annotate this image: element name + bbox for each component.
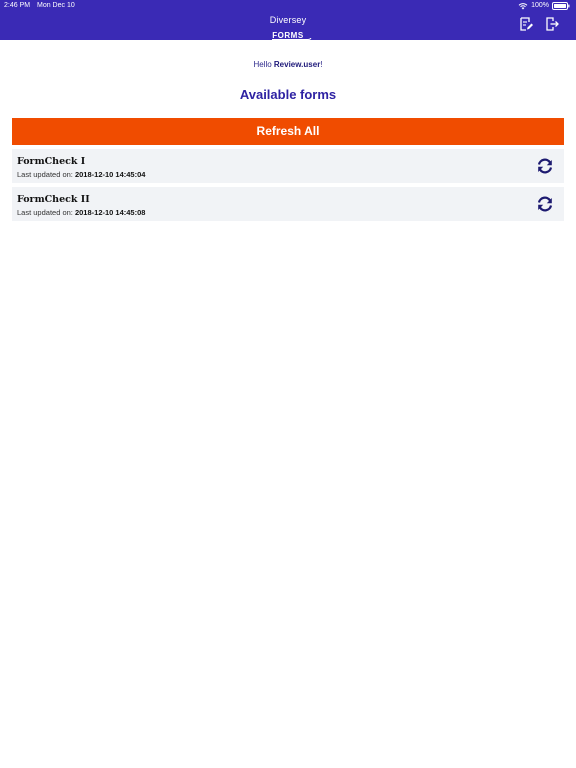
refresh-icon[interactable]	[536, 195, 554, 213]
form-last-updated: Last updated on: 2018-12-10 14:45:04	[17, 170, 145, 179]
last-updated-timestamp: 2018-12-10 14:45:04	[74, 170, 146, 179]
logo-forms-text: FORMS	[272, 31, 312, 40]
form-list-item[interactable]: FormCheck II Last updated on: 2018-12-10…	[12, 187, 564, 221]
greeting-text: Hello Review.user!	[0, 60, 576, 69]
refresh-icon[interactable]	[536, 157, 554, 175]
form-list-item[interactable]: FormCheck I Last updated on: 2018-12-10 …	[12, 149, 564, 183]
greeting-suffix: !	[320, 60, 323, 69]
logo-wordmark: Diversey	[269, 15, 307, 25]
last-updated-label: Last updated on:	[17, 208, 75, 217]
last-updated-label: Last updated on:	[17, 170, 75, 179]
logo-underline-icon	[272, 38, 312, 40]
greeting-prefix: Hello	[253, 60, 274, 69]
form-name: FormCheck I	[17, 156, 86, 167]
status-bar: 2:46 PM Mon Dec 10 100%	[0, 0, 576, 12]
app-header: 2:46 PM Mon Dec 10 100% Diversey FORMS	[0, 0, 576, 40]
form-name: FormCheck II	[17, 194, 90, 205]
refresh-all-button[interactable]: Refresh All	[12, 118, 564, 145]
status-date: Mon Dec 10	[37, 2, 75, 9]
edit-form-icon[interactable]	[518, 16, 534, 32]
wifi-icon	[518, 2, 528, 9]
status-indicators: 100%	[518, 0, 570, 12]
status-time: 2:46 PM	[4, 2, 31, 9]
last-updated-timestamp: 2018-12-10 14:45:08	[74, 208, 146, 217]
logout-icon[interactable]	[544, 16, 560, 32]
greeting-username: Review.user	[273, 60, 321, 69]
form-last-updated: Last updated on: 2018-12-10 14:45:08	[17, 208, 145, 217]
battery-icon	[552, 2, 570, 10]
battery-percent: 100%	[531, 2, 549, 9]
diversey-forms-logo: Diversey FORMS	[262, 15, 314, 40]
form-list: FormCheck I Last updated on: 2018-12-10 …	[12, 149, 564, 225]
page-title: Available forms	[239, 87, 337, 102]
